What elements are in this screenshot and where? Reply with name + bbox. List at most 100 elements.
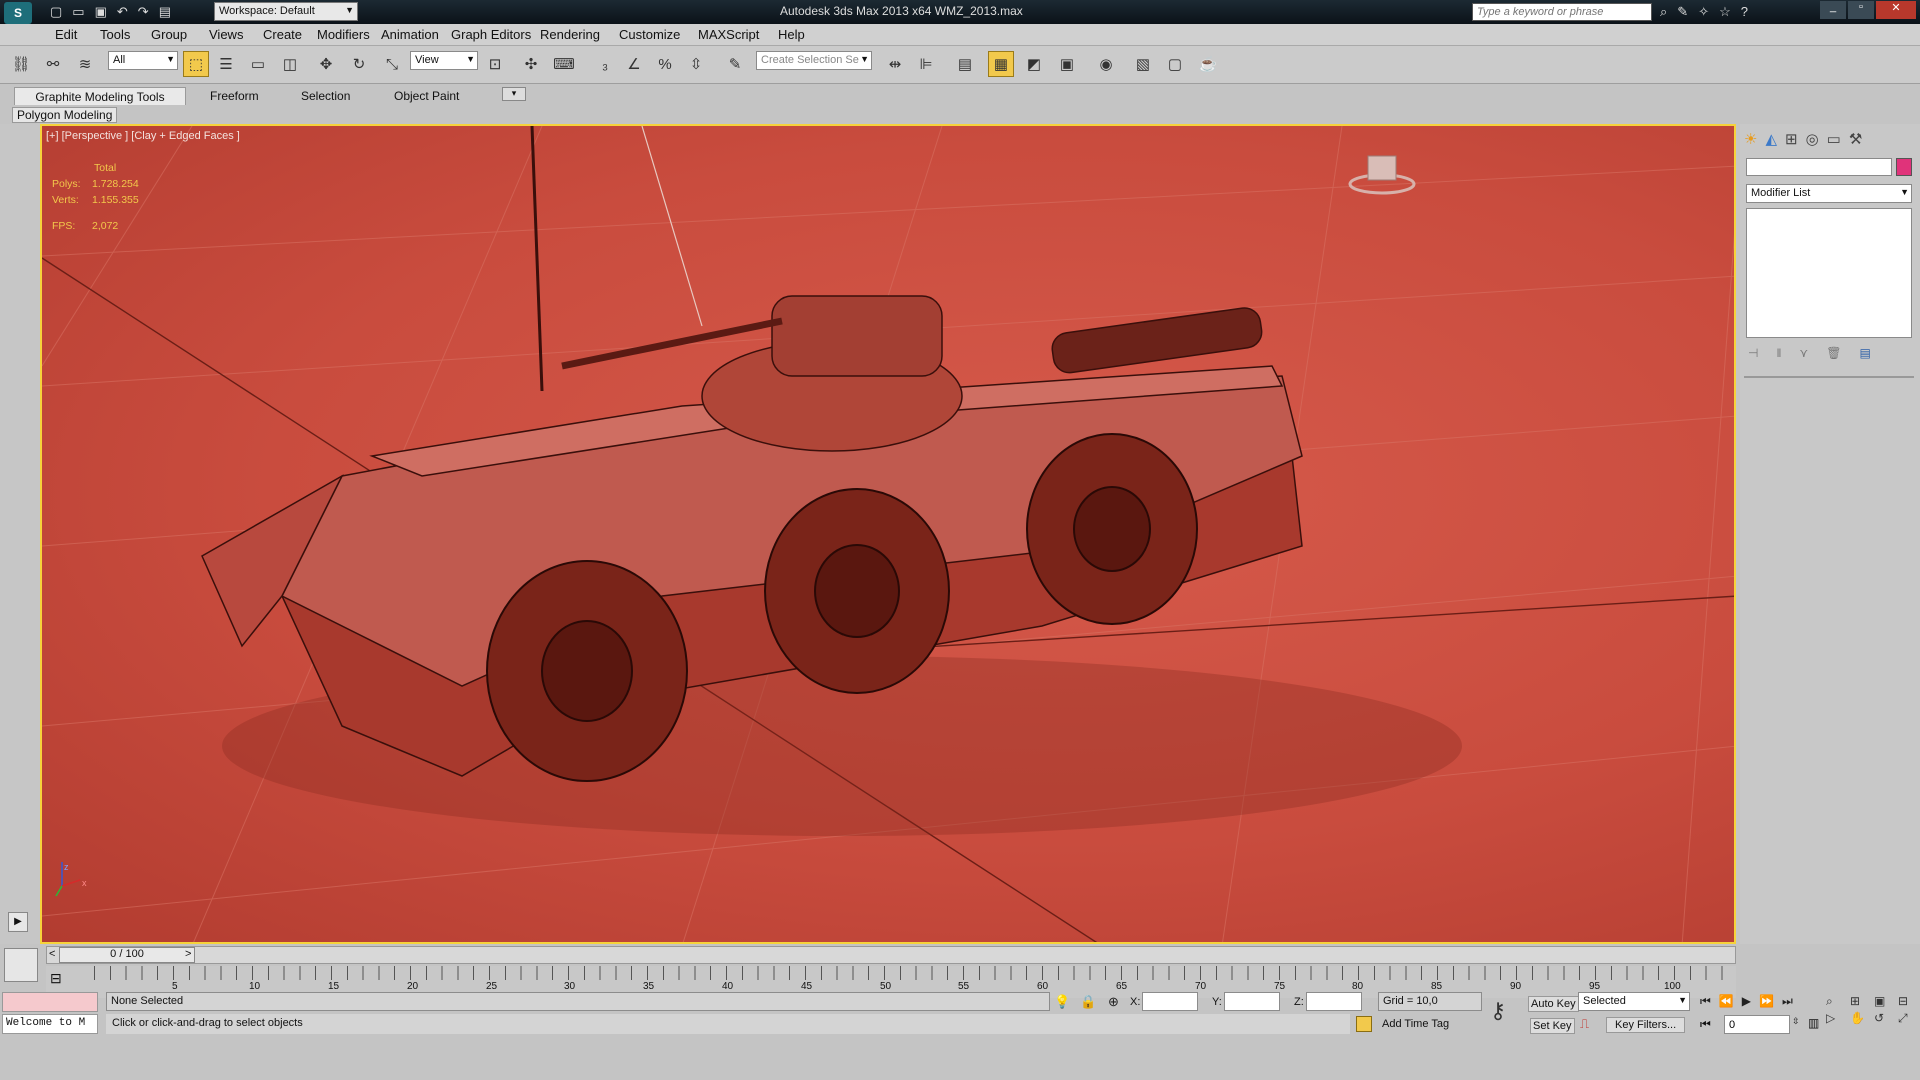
communication-icon[interactable]: ✧: [1698, 4, 1709, 20]
binoculars-icon[interactable]: ⌕: [1660, 4, 1667, 20]
reference-coordinate-dropdown[interactable]: View ▼: [410, 51, 478, 70]
undo-icon[interactable]: ↶: [117, 4, 128, 20]
expand-viewport-arrow-icon[interactable]: ▶: [8, 912, 28, 932]
open-file-icon[interactable]: ▭: [72, 4, 84, 20]
zoom-all-icon[interactable]: ⊞: [1850, 994, 1872, 1009]
zoom-extents-icon[interactable]: ▣: [1874, 994, 1896, 1009]
set-key-curve-icon[interactable]: ⎍: [1580, 1016, 1589, 1032]
menu-views[interactable]: Views: [209, 27, 243, 42]
modify-tab-icon[interactable]: ◭: [1765, 130, 1777, 148]
menu-create[interactable]: Create: [263, 27, 302, 42]
modifier-stack[interactable]: [1746, 208, 1912, 338]
create-tab-icon[interactable]: ☀: [1744, 130, 1757, 148]
menu-edit[interactable]: Edit: [55, 27, 77, 42]
remove-modifier-icon[interactable]: 🗑: [1826, 346, 1841, 360]
play-icon[interactable]: ▶: [1742, 994, 1751, 1009]
tab-object-paint[interactable]: Object Paint: [386, 87, 467, 105]
select-object-icon[interactable]: ⬚: [183, 51, 209, 77]
maximize-viewport-icon[interactable]: ⤢: [1898, 1011, 1920, 1026]
bind-space-warp-icon[interactable]: ≋: [72, 51, 98, 77]
tools-icon[interactable]: ✎: [1677, 4, 1688, 20]
tab-freeform[interactable]: Freeform: [202, 87, 267, 105]
material-editor-icon[interactable]: ◉: [1093, 51, 1119, 77]
go-to-end-icon[interactable]: ⏭: [1782, 994, 1793, 1009]
menu-animation[interactable]: Animation: [381, 27, 439, 42]
new-file-icon[interactable]: ▢: [50, 4, 62, 20]
search-input[interactable]: [1472, 3, 1652, 21]
object-name-field[interactable]: [1746, 158, 1892, 176]
menu-customize[interactable]: Customize: [619, 27, 680, 42]
keyboard-shortcut-override-icon[interactable]: ⌨: [551, 51, 577, 77]
mini-listener-toggle[interactable]: [4, 948, 38, 982]
utilities-tab-icon[interactable]: ⚒: [1849, 130, 1862, 148]
current-frame-field[interactable]: [1724, 1015, 1790, 1034]
layer-manager-icon[interactable]: ▤: [952, 51, 978, 77]
rectangular-selection-icon[interactable]: ▭: [245, 51, 271, 77]
key-mode-toggle-icon[interactable]: ⏮: [1700, 1017, 1711, 1032]
window-crossing-icon[interactable]: ◫: [277, 51, 303, 77]
menu-group[interactable]: Group: [151, 27, 187, 42]
select-manipulate-icon[interactable]: ✣: [518, 51, 544, 77]
time-slider-prev[interactable]: <: [49, 948, 55, 960]
favorites-star-icon[interactable]: ☆: [1719, 4, 1731, 20]
app-logo-icon[interactable]: S: [4, 2, 32, 24]
auto-key-button[interactable]: Auto Key: [1528, 996, 1579, 1012]
pin-stack-icon[interactable]: ⊣: [1748, 346, 1758, 360]
select-and-link-icon[interactable]: ⛓: [8, 51, 34, 77]
frame-spinner-icon[interactable]: ⇳: [1792, 1016, 1800, 1027]
key-filters-button[interactable]: Key Filters...: [1606, 1017, 1686, 1033]
set-key-mode-key-icon[interactable]: ⚷: [1490, 998, 1506, 1024]
rendered-frame-window-icon[interactable]: ▢: [1162, 51, 1188, 77]
object-color-swatch[interactable]: [1896, 158, 1912, 176]
named-selection-sets-dropdown[interactable]: Create Selection Se ▼: [756, 51, 872, 70]
previous-frame-icon[interactable]: ⏪: [1719, 994, 1734, 1009]
display-tab-icon[interactable]: ▭: [1827, 130, 1841, 148]
hierarchy-tab-icon[interactable]: ⊞: [1785, 130, 1798, 148]
add-time-tag-button[interactable]: Add Time Tag: [1382, 1018, 1449, 1030]
percent-snap-icon[interactable]: %: [652, 51, 678, 77]
field-of-view-icon[interactable]: ▷: [1826, 1011, 1848, 1026]
align-icon[interactable]: ⊫: [913, 51, 939, 77]
curve-editor-icon[interactable]: ◩: [1021, 51, 1047, 77]
schematic-view-icon[interactable]: ▣: [1054, 51, 1080, 77]
selection-filter-dropdown[interactable]: All ▼: [108, 51, 178, 70]
redo-icon[interactable]: ↷: [138, 4, 149, 20]
x-coordinate-field[interactable]: [1142, 992, 1198, 1011]
modifier-list-dropdown[interactable]: Modifier List ▼: [1746, 184, 1912, 203]
perspective-viewport[interactable]: [+] [Perspective ] [Clay + Edged Faces ]…: [40, 124, 1736, 944]
isolate-selection-icon[interactable]: 💡: [1054, 994, 1070, 1010]
next-frame-icon[interactable]: ⏩: [1759, 994, 1774, 1009]
go-to-start-icon[interactable]: ⏮: [1700, 994, 1711, 1009]
absolute-mode-transform-icon[interactable]: ⊕: [1108, 994, 1119, 1010]
maximize-button[interactable]: ▫: [1848, 1, 1874, 19]
show-end-result-icon[interactable]: ‖: [1776, 346, 1781, 360]
menu-maxscript[interactable]: MAXScript: [698, 27, 759, 42]
selection-lock-icon[interactable]: 🔒: [1080, 994, 1096, 1010]
time-slider-thumb[interactable]: 0 / 100: [59, 947, 195, 963]
render-setup-icon[interactable]: ▧: [1130, 51, 1156, 77]
move-icon[interactable]: ✥: [313, 51, 339, 77]
close-button[interactable]: ✕: [1876, 1, 1916, 19]
angle-snap-icon[interactable]: ∠: [621, 51, 647, 77]
configure-modifier-sets-icon[interactable]: ▤: [1859, 346, 1870, 360]
menu-tools[interactable]: Tools: [100, 27, 130, 42]
viewport-label-menu[interactable]: [+] [Perspective ] [Clay + Edged Faces ]: [46, 130, 240, 142]
time-slider-next[interactable]: >: [185, 948, 191, 960]
time-configuration-icon[interactable]: ▥: [1808, 1016, 1819, 1030]
select-by-name-icon[interactable]: ☰: [213, 51, 239, 77]
unlink-icon[interactable]: ⚯: [40, 51, 66, 77]
pivot-center-icon[interactable]: ⊡: [482, 51, 508, 77]
workspace-dropdown[interactable]: Workspace: Default ▼: [214, 2, 358, 21]
minimize-button[interactable]: _: [1820, 1, 1846, 19]
zoom-extents-all-icon[interactable]: ⊟: [1898, 994, 1920, 1009]
orbit-icon[interactable]: ↺: [1874, 1011, 1896, 1026]
set-key-button[interactable]: Set Key: [1530, 1018, 1575, 1034]
spinner-snap-icon[interactable]: ⇳: [683, 51, 709, 77]
maxscript-listener-white[interactable]: Welcome to M: [2, 1014, 98, 1034]
render-production-icon[interactable]: ☕: [1195, 51, 1221, 77]
save-icon[interactable]: ▣: [95, 4, 107, 20]
scale-icon[interactable]: ⤡: [379, 51, 405, 77]
time-tag-icon[interactable]: [1356, 1016, 1372, 1032]
tab-selection[interactable]: Selection: [293, 87, 358, 105]
snaps-toggle-icon[interactable]: ₃: [592, 51, 618, 77]
